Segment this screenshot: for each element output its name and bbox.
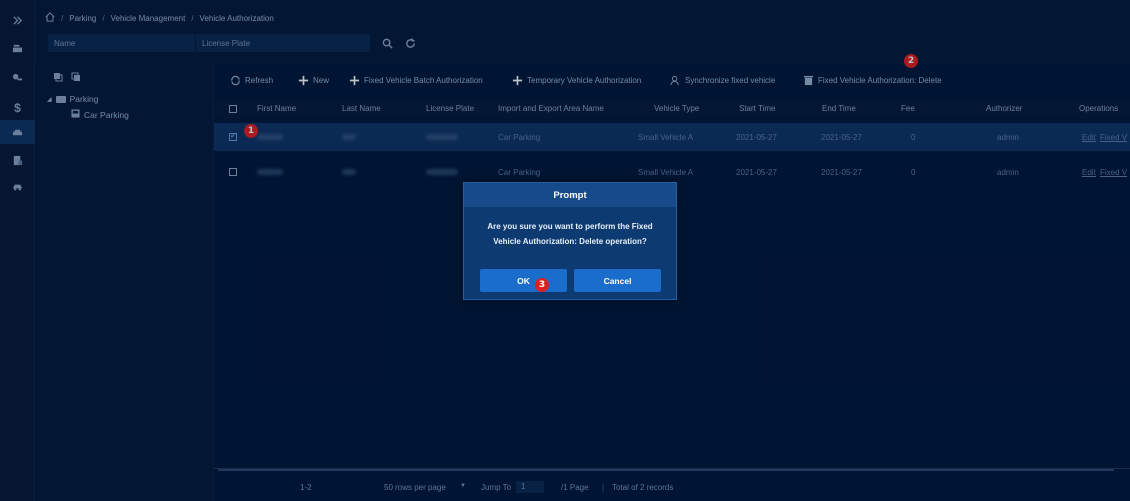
prompt-dialog: Prompt Are you sure you want to perform … bbox=[463, 182, 677, 300]
cancel-button[interactable]: Cancel bbox=[574, 269, 661, 292]
step-marker-3: 3 bbox=[535, 278, 549, 292]
ok-button[interactable]: OK bbox=[480, 269, 567, 292]
dialog-message: Are you sure you want to perform the Fix… bbox=[487, 222, 653, 246]
dialog-title: Prompt bbox=[464, 183, 676, 207]
